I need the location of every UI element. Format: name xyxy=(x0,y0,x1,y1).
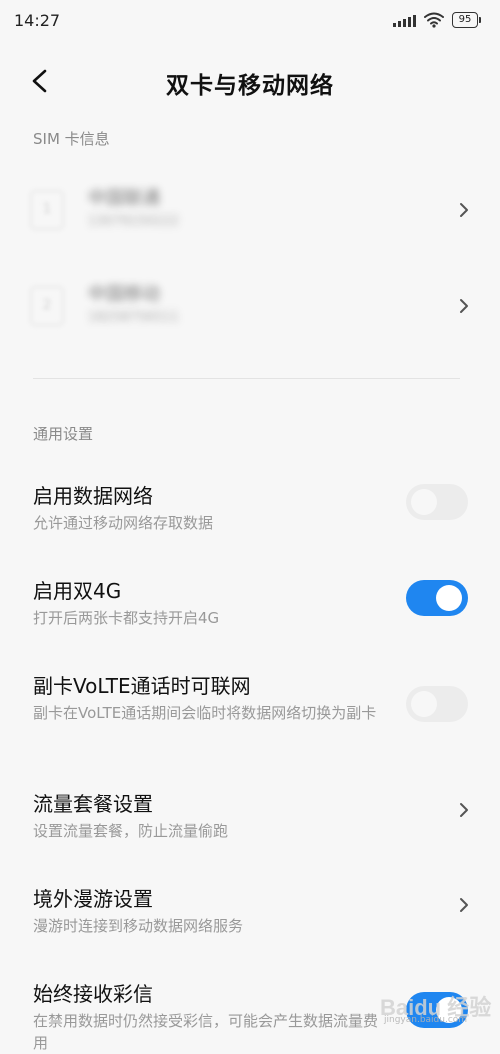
setting-description: 允许通过移动网络存取数据 xyxy=(33,514,214,532)
setting-dual-4g[interactable]: 启用双4G 打开后两张卡都支持开启4G xyxy=(0,575,500,635)
status-icons: 95 xyxy=(393,12,481,28)
chevron-right-icon xyxy=(460,898,468,912)
toggle-knob xyxy=(411,489,437,515)
signal-icon xyxy=(393,13,416,27)
sim-card-number: 13079150222 xyxy=(88,214,179,229)
setting-description: 设置流量套餐，防止流量偷跑 xyxy=(33,822,229,840)
header: 双卡与移动网络 xyxy=(0,52,500,108)
sim-card-icon: 1 xyxy=(30,190,64,230)
sim-card-name: 中国联通 xyxy=(88,188,160,209)
wifi-icon xyxy=(424,12,444,28)
setting-description: 漫游时连接到移动数据网络服务 xyxy=(33,917,244,935)
sim-section-label: SIM 卡信息 xyxy=(33,130,110,148)
setting-title: 始终接收彩信 xyxy=(33,982,153,1006)
sim-card-row-1[interactable]: 1 中国联通 13079150222 xyxy=(0,162,500,258)
setting-secondary-volte[interactable]: 副卡VoLTE通话时可联网 副卡在VoLTE通话期间会临时将数据网络切换为副卡 xyxy=(0,670,500,750)
battery-level: 95 xyxy=(458,14,472,25)
sim-card-number: 18258756511 xyxy=(88,310,179,325)
setting-description: 副卡在VoLTE通话期间会临时将数据网络切换为副卡 xyxy=(33,704,377,722)
setting-roaming[interactable]: 境外漫游设置 漫游时连接到移动数据网络服务 xyxy=(0,883,500,943)
enable-data-toggle[interactable] xyxy=(406,484,468,520)
setting-title: 启用数据网络 xyxy=(33,484,153,508)
setting-description: 在禁用数据时仍然接受彩信，可能会产生数据流量费用 xyxy=(33,1012,379,1052)
chevron-right-icon xyxy=(460,299,468,313)
setting-title: 境外漫游设置 xyxy=(33,887,153,911)
dual-4g-toggle[interactable] xyxy=(406,580,468,616)
status-bar: 14:27 95 xyxy=(0,0,500,44)
setting-title: 副卡VoLTE通话时可联网 xyxy=(33,674,251,698)
secondary-volte-toggle[interactable] xyxy=(406,686,468,722)
toggle-knob xyxy=(411,691,437,717)
sim-card-name: 中国移动 xyxy=(88,284,160,305)
setting-description: 打开后两张卡都支持开启4G xyxy=(33,609,220,627)
baidu-watermark: Baidu 经验 jingyan.baidu.com xyxy=(380,990,492,1028)
setting-enable-data[interactable]: 启用数据网络 允许通过移动网络存取数据 xyxy=(0,480,500,540)
status-time: 14:27 xyxy=(14,11,61,30)
general-section-label: 通用设置 xyxy=(33,425,94,443)
toggle-knob xyxy=(436,585,462,611)
chevron-right-icon xyxy=(460,803,468,817)
chevron-right-icon xyxy=(460,203,468,217)
setting-title: 流量套餐设置 xyxy=(33,792,153,816)
setting-title: 启用双4G xyxy=(33,579,122,603)
sim-card-row-2[interactable]: 2 中国移动 18258756511 xyxy=(0,258,500,354)
setting-data-plan[interactable]: 流量套餐设置 设置流量套餐，防止流量偷跑 xyxy=(0,788,500,848)
battery-icon: 95 xyxy=(452,12,481,28)
page-title: 双卡与移动网络 xyxy=(166,73,334,99)
sim-card-icon: 2 xyxy=(30,286,64,326)
section-divider xyxy=(33,378,460,379)
watermark-url: jingyan.baidu.com xyxy=(384,1015,468,1025)
